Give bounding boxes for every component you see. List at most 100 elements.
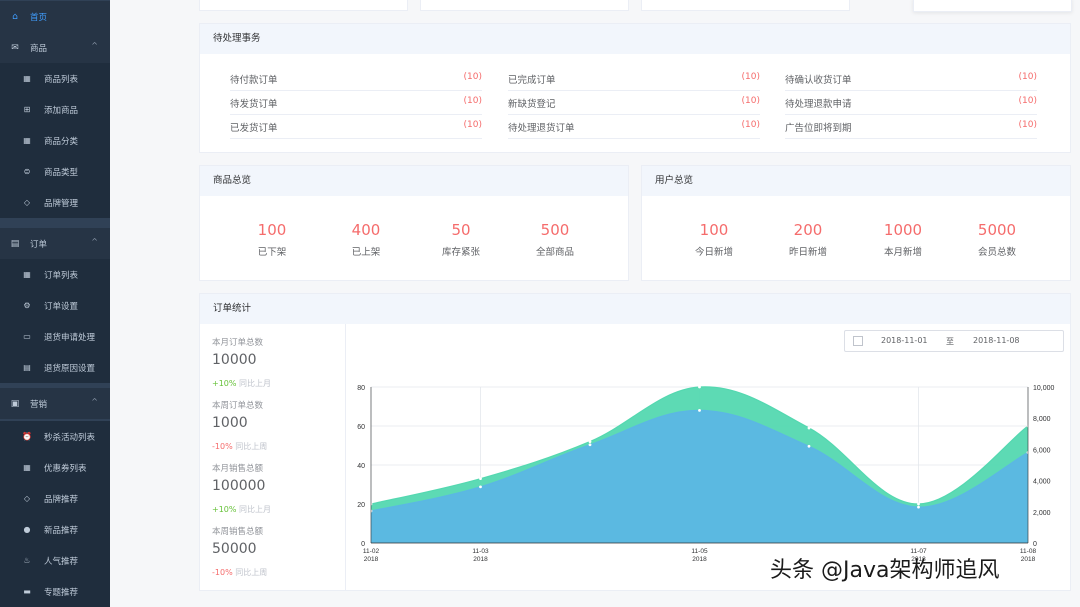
todo-item[interactable]: 新缺货登记 (10)	[508, 90, 760, 115]
product-overview-title: 商品总览	[200, 166, 628, 196]
sidebar-item-7[interactable]: ▤ 订单 ^	[0, 228, 110, 259]
summary-value: 1000	[212, 415, 248, 431]
sidebar-item-label: 新品推荐	[44, 525, 79, 536]
sidebar: ⌂ 首页 ✉ 商品 ^ ▦ 商品列表 ⊞ 添加商品 ▦ 商品分类 ⊜ 商品类型 ◇ 品牌管理 ▤ 订单 ^ ▦ 订单列…	[0, 0, 110, 607]
category-icon: ▦	[23, 135, 31, 145]
product-icon: ✉	[11, 42, 19, 53]
chevron-up-icon: ^	[91, 397, 98, 406]
summary-change: +10%	[212, 505, 237, 514]
stat-label: 会员总数	[977, 247, 1016, 258]
sidebar-item-label: 优惠券列表	[44, 463, 87, 474]
summary-label: 本月订单总数	[212, 338, 264, 348]
sidebar-item-label: 品牌管理	[44, 198, 79, 209]
todo-item-label: 已完成订单	[508, 75, 556, 86]
sidebar-item-label: 商品分类	[44, 136, 79, 147]
sidebar-item-16[interactable]: ● 新品推荐	[0, 514, 110, 545]
todo-item[interactable]: 待发货订单 (10)	[230, 90, 482, 115]
overview-stat: 1000 本月新增	[858, 221, 948, 258]
reason-icon: ▤	[23, 362, 31, 372]
add-icon: ⊞	[23, 104, 31, 114]
overview-stat: 100 今日新增	[669, 221, 759, 258]
sidebar-item-label: 首页	[30, 12, 48, 23]
sidebar-item-label: 专题推荐	[44, 587, 79, 598]
sidebar-item-9[interactable]: ⚙ 订单设置	[0, 290, 110, 321]
date-start[interactable]: 2018-11-01	[881, 336, 928, 345]
sidebar-item-11[interactable]: ▤ 退货原因设置	[0, 352, 110, 383]
sidebar-item-label: 退货申请处理	[44, 332, 96, 343]
summary-compare: +10% 同比上月	[212, 504, 271, 515]
todo-item-label: 待处理退款申请	[785, 99, 852, 110]
sidebar-item-4[interactable]: ▦ 商品分类	[0, 125, 110, 156]
sidebar-item-label: 人气推荐	[44, 556, 79, 567]
todo-item[interactable]: 待处理退款申请 (10)	[785, 90, 1037, 115]
stat-value: 500	[540, 221, 570, 239]
todo-item-count: (10)	[463, 96, 482, 106]
sidebar-item-17[interactable]: ♨ 人气推荐	[0, 545, 110, 576]
sidebar-item-15[interactable]: ◇ 品牌推荐	[0, 483, 110, 514]
stat-value: 400	[351, 221, 381, 239]
sidebar-item-2[interactable]: ▦ 商品列表	[0, 63, 110, 94]
summary-value: 10000	[212, 352, 257, 368]
sidebar-item-label: 秒杀活动列表	[44, 432, 96, 443]
sidebar-item-3[interactable]: ⊞ 添加商品	[0, 94, 110, 125]
tag-icon: ◇	[23, 197, 31, 207]
todo-item[interactable]: 已完成订单 (10)	[508, 66, 760, 91]
todo-item[interactable]: 广告位即将到期 (10)	[785, 114, 1037, 139]
todo-item-label: 待付款订单	[230, 75, 278, 86]
sidebar-item-6[interactable]: ◇ 品牌管理	[0, 187, 110, 218]
stat-label: 已下架	[257, 247, 287, 258]
todo-item[interactable]: 已发货订单 (10)	[230, 114, 482, 139]
sidebar-item-label: 营销	[30, 399, 48, 410]
todo-item-label: 待处理退货订单	[508, 123, 575, 134]
user-overview-card: 用户总览 100 今日新增 200 昨日新增 1000 本月新增 5000 会员总数	[641, 165, 1071, 281]
sidebar-item-1[interactable]: ✉ 商品 ^	[0, 32, 110, 63]
todo-item-count: (10)	[741, 72, 760, 82]
top-card-4	[913, 0, 1072, 12]
product-overview-card: 商品总览 100 已下架 400 已上架 50 库存紧张 500 全部商品	[199, 165, 629, 281]
stat-label: 本月新增	[883, 247, 922, 258]
summary-compare-text: 同比上月	[239, 505, 272, 514]
chevron-up-icon: ^	[91, 237, 98, 246]
sidebar-item-10[interactable]: ▭ 退货申请处理	[0, 321, 110, 352]
order-icon: ▤	[10, 238, 20, 249]
todo-item[interactable]: 待确认收货订单 (10)	[785, 66, 1037, 91]
summary-value: 50000	[212, 541, 257, 557]
todo-item-count: (10)	[1018, 120, 1037, 130]
summary-change: -10%	[212, 568, 233, 577]
todo-item-label: 已发货订单	[230, 123, 278, 134]
sidebar-item-label: 商品类型	[44, 167, 79, 178]
fire-icon: ♨	[23, 555, 31, 565]
sidebar-item-label: 品牌推荐	[44, 494, 79, 505]
sidebar-item-5[interactable]: ⊜ 商品类型	[0, 156, 110, 187]
summary-compare: +10% 同比上月	[212, 378, 271, 389]
top-card-3	[641, 0, 850, 11]
summary-compare-text: 同比上周	[235, 568, 268, 577]
date-range-picker[interactable]: 2018-11-01 至 2018-11-08	[844, 330, 1064, 352]
todo-item-count: (10)	[741, 120, 760, 130]
todo-item[interactable]: 待处理退货订单 (10)	[508, 114, 760, 139]
order-summary-divider	[345, 324, 346, 590]
todo-title: 待处理事务	[200, 24, 1070, 54]
sidebar-item-0[interactable]: ⌂ 首页	[0, 1, 110, 32]
todo-item-label: 待确认收货订单	[785, 75, 852, 86]
todo-card: 待处理事务 待付款订单 (10) 已完成订单 (10) 待确认收货订单 (10) 待发货订单…	[199, 23, 1071, 153]
sidebar-item-18[interactable]: ▬ 专题推荐	[0, 576, 110, 607]
alarm-icon: ⏰	[22, 431, 32, 441]
summary-change: +10%	[212, 379, 237, 388]
date-end[interactable]: 2018-11-08	[973, 336, 1020, 345]
sidebar-item-8[interactable]: ▦ 订单列表	[0, 259, 110, 290]
sidebar-item-12[interactable]: ▣ 营销 ^	[0, 388, 110, 419]
watermark: 头条 @Java架构师追风	[770, 558, 1000, 583]
summary-label: 本月销售总额	[212, 464, 264, 474]
overview-stat: 500 全部商品	[510, 221, 600, 258]
sidebar-item-13[interactable]: ⏰ 秒杀活动列表	[0, 421, 110, 452]
stat-value: 100	[699, 221, 729, 239]
stat-label: 今日新增	[694, 247, 733, 258]
sidebar-item-14[interactable]: ▦ 优惠券列表	[0, 452, 110, 483]
summary-value: 100000	[212, 478, 266, 494]
gear-icon: ⚙	[23, 300, 31, 310]
home-icon: ⌂	[12, 11, 18, 22]
overview-stat: 50 库存紧张	[416, 221, 506, 258]
top-card-1	[199, 0, 408, 11]
todo-item[interactable]: 待付款订单 (10)	[230, 66, 482, 91]
